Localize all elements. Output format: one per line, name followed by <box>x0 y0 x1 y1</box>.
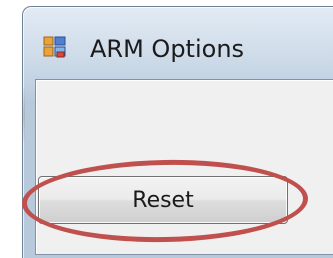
panel-divider <box>23 88 25 142</box>
dialog-client-area <box>35 79 333 255</box>
client-area-highlight <box>36 80 333 254</box>
reset-button[interactable]: Reset <box>38 176 288 224</box>
window-title: ARM Options <box>90 35 245 63</box>
app-window-icon <box>43 36 66 58</box>
